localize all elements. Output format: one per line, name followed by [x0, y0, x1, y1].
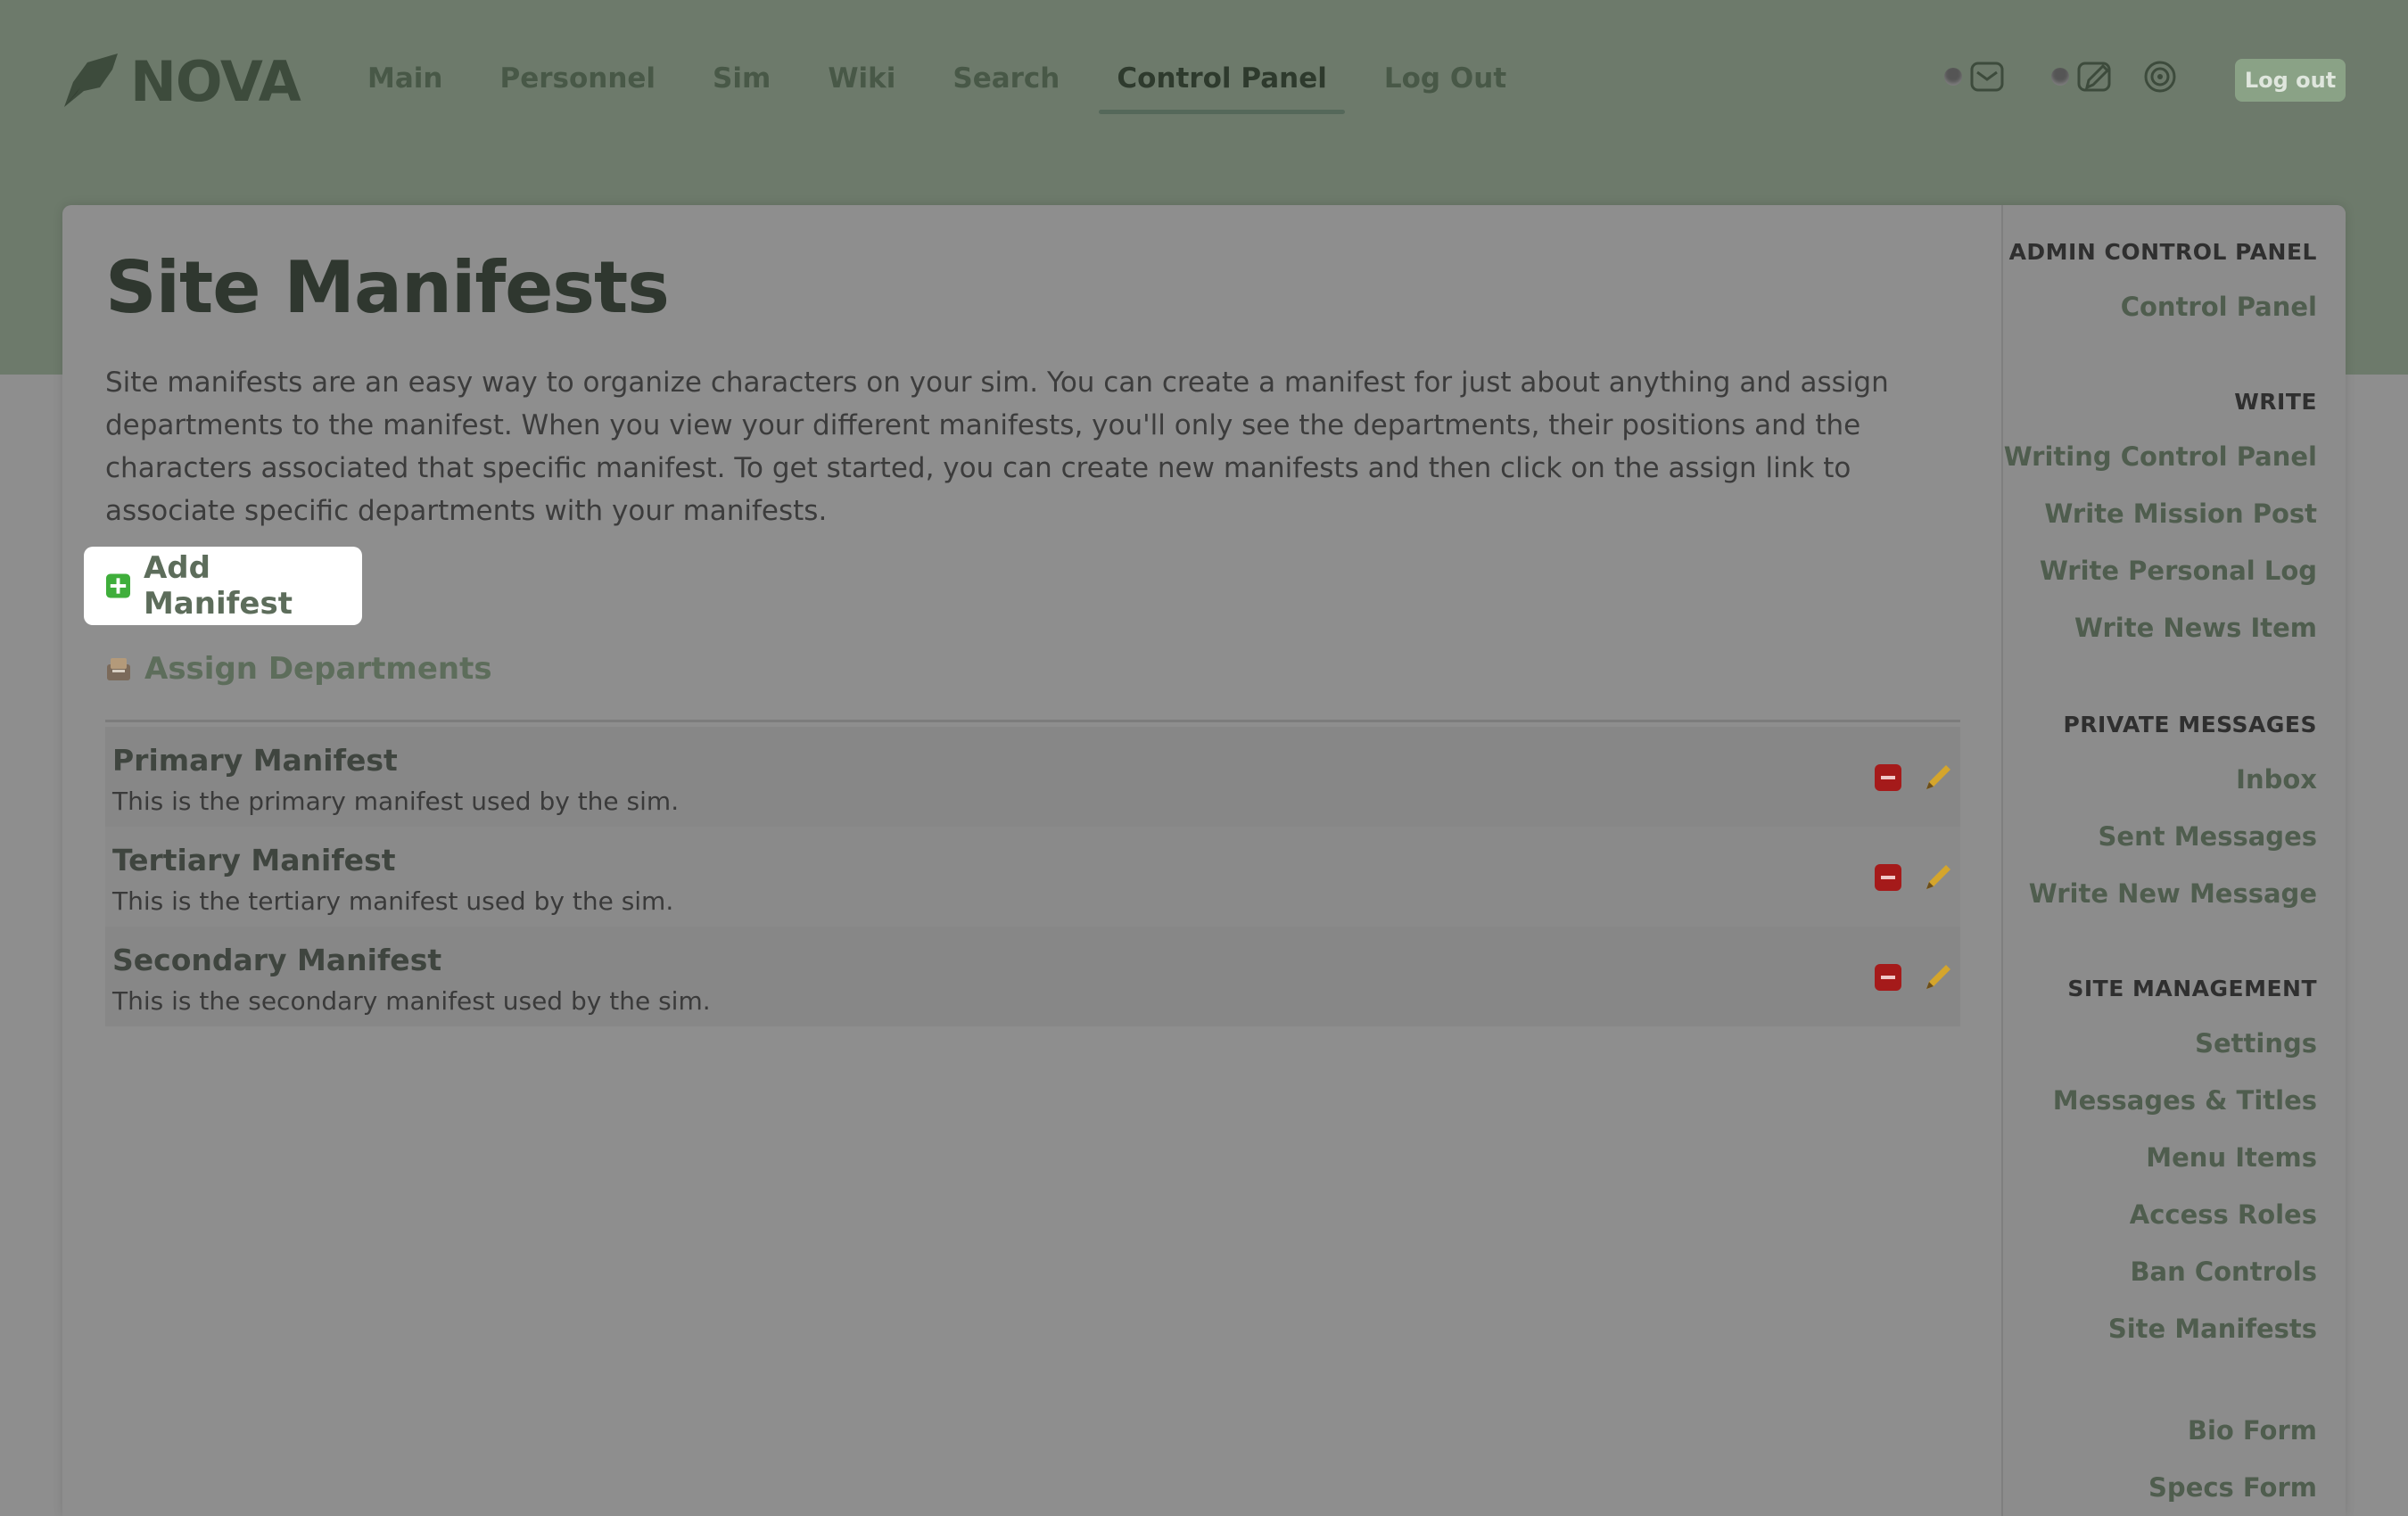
edit-pencil-icon[interactable]: [1923, 762, 1953, 793]
sidebar-item-inbox[interactable]: Inbox: [2029, 751, 2317, 808]
mail-icon[interactable]: [1967, 57, 2007, 96]
manifest-name: Primary Manifest: [112, 743, 398, 778]
manifest-row: Primary Manifest This is the primary man…: [105, 727, 1960, 827]
delete-icon[interactable]: [1875, 964, 1901, 991]
manifest-name: Tertiary Manifest: [112, 843, 396, 877]
delete-icon[interactable]: [1875, 764, 1901, 791]
sidebar-item-control-panel[interactable]: Control Panel: [2009, 278, 2317, 335]
sidebar-section-private-messages: PRIVATE MESSAGES Inbox Sent Messages Wri…: [2029, 699, 2317, 922]
manifest-list: Primary Manifest This is the primary man…: [105, 727, 1960, 1026]
site-header: NOVA Main Personnel Sim Wiki Search Cont…: [0, 0, 2408, 161]
sidebar-item-write-personal-log[interactable]: Write Personal Log: [2004, 542, 2317, 599]
logout-button[interactable]: Log out: [2235, 59, 2346, 102]
manifest-description: This is the tertiary manifest used by th…: [112, 886, 674, 916]
sidebar-item-specs-form[interactable]: Specs Form: [2148, 1459, 2317, 1516]
main-panel: Site Manifests Site manifests are an eas…: [62, 205, 2346, 1516]
nav-control-panel[interactable]: Control Panel: [1088, 57, 1355, 114]
manifest-name: Secondary Manifest: [112, 943, 442, 977]
divider: [105, 720, 1960, 722]
delete-icon[interactable]: [1875, 864, 1901, 891]
nav-main[interactable]: Main: [339, 57, 471, 114]
header-icons: [1944, 57, 2180, 96]
row-actions: [1875, 762, 1953, 793]
manifest-row: Secondary Manifest This is the secondary…: [105, 927, 1960, 1026]
sidebar-heading: PRIVATE MESSAGES: [2063, 712, 2317, 737]
nav-log-out[interactable]: Log Out: [1356, 57, 1535, 114]
sidebar-item-bio-form[interactable]: Bio Form: [2148, 1402, 2317, 1459]
sidebar-item-settings[interactable]: Settings: [2053, 1015, 2317, 1072]
mail-status-indicator: [1944, 68, 1962, 86]
sidebar-item-write-mission-post[interactable]: Write Mission Post: [2004, 485, 2317, 542]
page-title: Site Manifests: [105, 246, 670, 329]
admin-sidebar: ADMIN CONTROL PANEL Control Panel WRITE …: [2001, 205, 2346, 1516]
sidebar-section-forms: Bio Form Specs Form: [2148, 1402, 2317, 1516]
nav-wiki[interactable]: Wiki: [799, 57, 924, 114]
add-icon: [105, 573, 131, 598]
nova-logo[interactable]: NOVA: [61, 48, 301, 114]
sidebar-section-site-management: SITE MANAGEMENT Settings Messages & Titl…: [2053, 963, 2317, 1357]
sidebar-item-write-news-item[interactable]: Write News Item: [2004, 599, 2317, 656]
row-actions: [1875, 962, 1953, 993]
edit-pencil-icon[interactable]: [1923, 862, 1953, 893]
content-area: Site Manifests Site manifests are an eas…: [84, 246, 1960, 1026]
nav-personnel[interactable]: Personnel: [471, 57, 684, 114]
row-actions: [1875, 862, 1953, 893]
sidebar-heading: SITE MANAGEMENT: [2067, 976, 2317, 1001]
sidebar-item-menu-items[interactable]: Menu Items: [2053, 1129, 2317, 1186]
assign-departments-label: Assign Departments: [144, 651, 492, 687]
sidebar-section-write: WRITE Writing Control Panel Write Missio…: [2004, 376, 2317, 656]
departments-icon: [107, 658, 130, 680]
manifest-row: Tertiary Manifest This is the tertiary m…: [105, 827, 1960, 927]
sidebar-item-access-roles[interactable]: Access Roles: [2053, 1186, 2317, 1243]
sidebar-item-ban-controls[interactable]: Ban Controls: [2053, 1243, 2317, 1300]
sidebar-heading: WRITE: [2234, 389, 2317, 415]
target-icon[interactable]: [2140, 57, 2180, 96]
rocket-logo-icon: [64, 54, 118, 107]
intro-text: Site manifests are an easy way to organi…: [105, 367, 1889, 527]
add-manifest-label: Add Manifest: [143, 550, 293, 622]
manifest-description: This is the secondary manifest used by t…: [112, 986, 711, 1016]
sidebar-section-admin: ADMIN CONTROL PANEL Control Panel: [2009, 227, 2317, 335]
edit-pencil-icon[interactable]: [1923, 962, 1953, 993]
sidebar-item-sent-messages[interactable]: Sent Messages: [2029, 808, 2317, 865]
sidebar-item-site-manifests[interactable]: Site Manifests: [2053, 1300, 2317, 1357]
nav-search[interactable]: Search: [924, 57, 1088, 114]
main-nav: Main Personnel Sim Wiki Search Control P…: [339, 57, 1535, 114]
write-icon[interactable]: [2074, 57, 2114, 96]
sidebar-item-writing-control-panel[interactable]: Writing Control Panel: [2004, 428, 2317, 485]
manifest-description: This is the primary manifest used by the…: [112, 787, 680, 816]
sidebar-heading: ADMIN CONTROL PANEL: [2008, 239, 2317, 265]
sidebar-item-messages-titles[interactable]: Messages & Titles: [2053, 1072, 2317, 1129]
nav-sim[interactable]: Sim: [684, 57, 799, 114]
sidebar-item-write-new-message[interactable]: Write New Message: [2029, 865, 2317, 922]
add-manifest-link[interactable]: Add Manifest: [84, 547, 362, 625]
assign-departments-link[interactable]: Assign Departments: [105, 636, 492, 702]
write-status-indicator: [2051, 68, 2069, 86]
logo-text: NOVA: [130, 48, 301, 114]
